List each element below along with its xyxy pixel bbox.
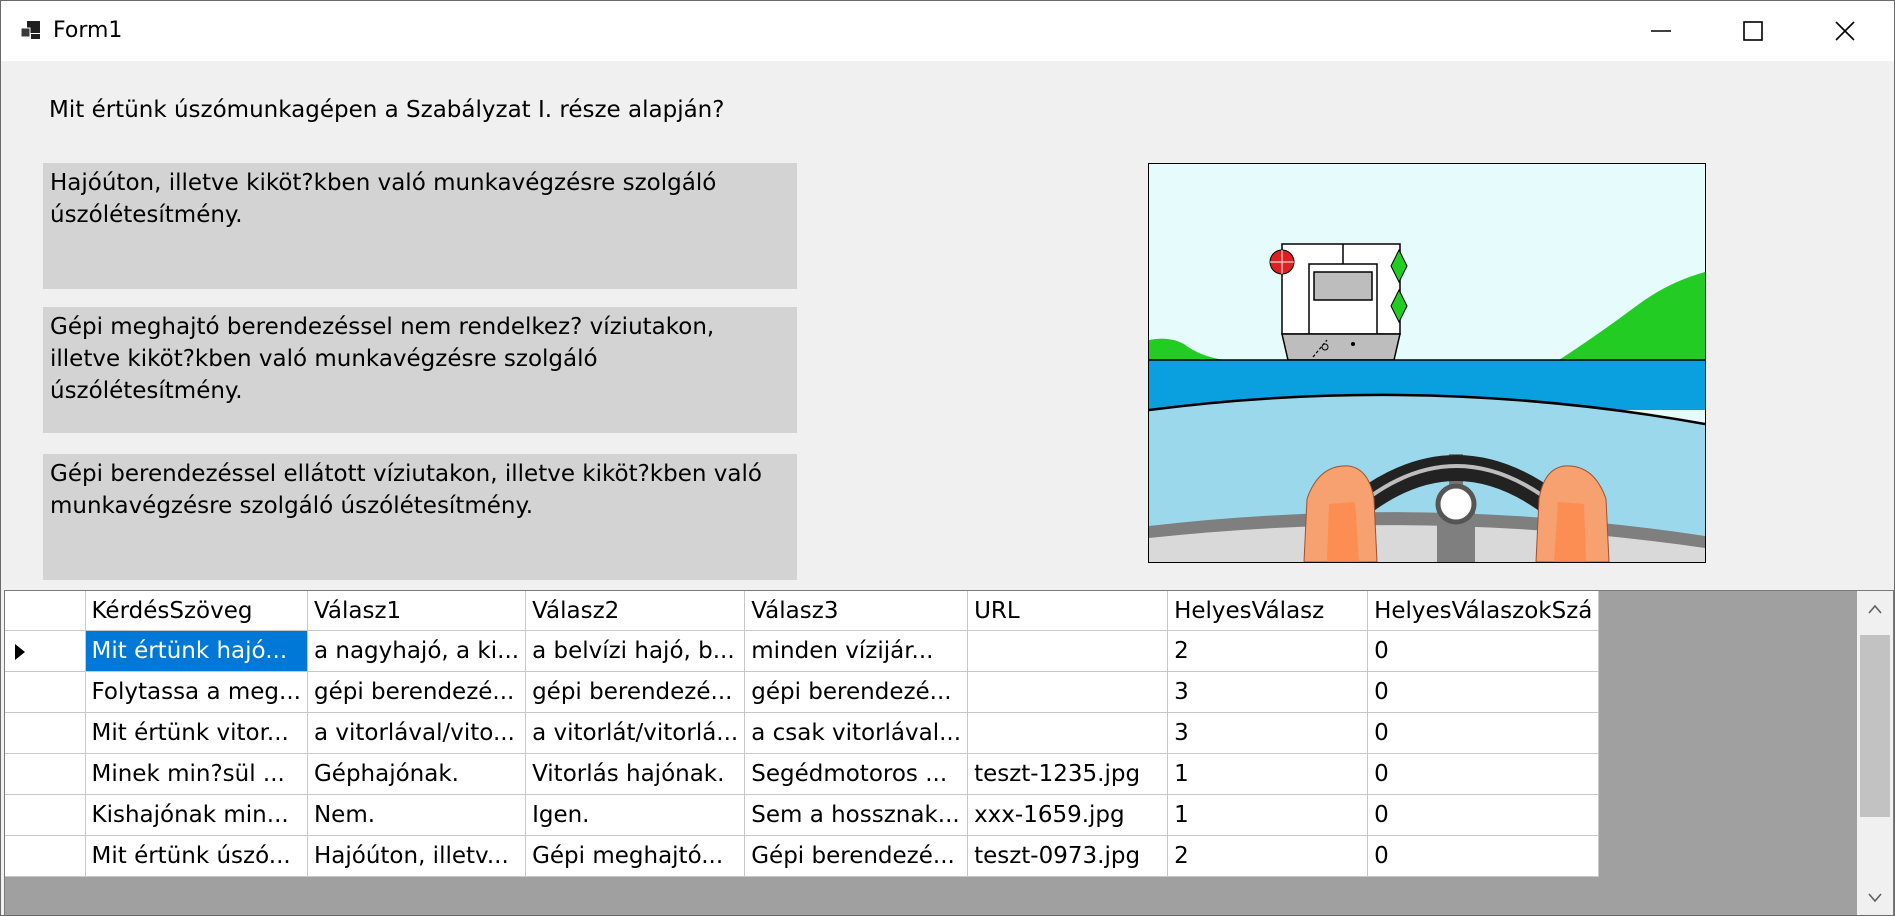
maximize-button[interactable] <box>1707 1 1799 61</box>
row-header[interactable] <box>5 753 86 795</box>
row-header[interactable] <box>5 794 86 836</box>
column-header[interactable]: Válasz1 <box>307 591 527 631</box>
boat-steering-wheel-illustration <box>1149 164 1705 562</box>
grid-cell[interactable]: minden vízijár... <box>744 630 969 672</box>
table-row[interactable]: Mit értünk hajó... a nagyhajó, a ki... a… <box>5 630 1600 672</box>
grid-cell[interactable]: Géphajónak. <box>307 753 527 795</box>
column-header[interactable]: Válasz3 <box>744 591 969 631</box>
grid-cell[interactable]: a nagyhajó, a ki... <box>307 630 527 672</box>
grid-cell[interactable]: Hajóúton, illetv... <box>307 835 527 877</box>
grid-cell[interactable]: a csak vitorlával... <box>744 712 969 754</box>
grid-cell[interactable]: 3 <box>1167 712 1369 754</box>
grid-cell[interactable]: 0 <box>1367 712 1600 754</box>
grid-cell[interactable]: teszt-0973.jpg <box>967 835 1169 877</box>
column-header[interactable]: KérdésSzöveg <box>85 591 308 631</box>
grid-cell[interactable]: a vitorlát/vitorlá... <box>525 712 746 754</box>
minimize-icon <box>1651 30 1671 32</box>
column-header[interactable]: Válasz2 <box>525 591 746 631</box>
grid-cell[interactable]: 1 <box>1167 753 1369 795</box>
grid-cell[interactable]: 2 <box>1167 630 1369 672</box>
grid-cell[interactable]: Mit értünk úszó... <box>85 835 308 877</box>
answer-1-label[interactable]: Hajóúton, illetve kiköt?kben való munkav… <box>43 163 797 289</box>
grid-cell[interactable]: Gépi berendezé... <box>744 835 969 877</box>
grid-cell[interactable]: Nem. <box>307 794 527 836</box>
column-header[interactable]: URL <box>967 591 1169 631</box>
grid-cell[interactable]: 0 <box>1367 671 1600 713</box>
grid-cell[interactable]: 0 <box>1367 630 1600 672</box>
close-icon <box>1835 21 1855 41</box>
maximize-icon <box>1743 21 1763 41</box>
column-header[interactable]: HelyesVálasz <box>1167 591 1369 631</box>
row-arrow-icon <box>15 644 25 660</box>
form-app-icon <box>19 19 43 43</box>
scroll-down-icon <box>1868 893 1882 903</box>
question-picture <box>1148 163 1706 563</box>
column-header[interactable]: HelyesVálaszokSzá <box>1367 591 1600 631</box>
grid-cell[interactable]: Mit értünk hajó... <box>85 630 308 672</box>
grid-cell[interactable]: teszt-1235.jpg <box>967 753 1169 795</box>
grid-cell[interactable]: 1 <box>1167 794 1369 836</box>
grid-cell[interactable]: 0 <box>1367 835 1600 877</box>
grid-cell[interactable]: Segédmotoros ... <box>744 753 969 795</box>
grid-cell[interactable]: Vitorlás hajónak. <box>525 753 746 795</box>
grid-cell[interactable]: Minek min?sül ... <box>85 753 308 795</box>
scroll-up-icon <box>1868 604 1882 614</box>
form1-window: Form1 Mit értünk úszómunkagépen a Szabál… <box>0 0 1895 916</box>
grid-cell[interactable] <box>967 671 1169 713</box>
row-header-corner[interactable] <box>5 591 86 631</box>
row-header[interactable] <box>5 671 86 713</box>
grid-cell[interactable]: 2 <box>1167 835 1369 877</box>
row-header[interactable] <box>5 630 86 672</box>
grid-vertical-scrollbar[interactable] <box>1857 591 1893 915</box>
grid-cell[interactable]: xxx-1659.jpg <box>967 794 1169 836</box>
grid-cell[interactable] <box>967 712 1169 754</box>
question-label: Mit értünk úszómunkagépen a Szabályzat I… <box>49 97 725 123</box>
table-row[interactable]: Folytassa a meg... gépi berendezé... gép… <box>5 671 1600 713</box>
table-row[interactable]: Minek min?sül ... Géphajónak. Vitorlás h… <box>5 753 1600 795</box>
grid-header-row: KérdésSzöveg Válasz1 Válasz2 Válasz3 URL… <box>5 591 1600 631</box>
grid-cell[interactable]: gépi berendezé... <box>307 671 527 713</box>
row-header[interactable] <box>5 712 86 754</box>
grid-cell[interactable]: Gépi meghajtó... <box>525 835 746 877</box>
table-row[interactable]: Mit értünk úszó... Hajóúton, illetv... G… <box>5 835 1600 877</box>
answer-2-label[interactable]: Gépi meghajtó berendezéssel nem rendelke… <box>43 307 797 433</box>
grid-cell[interactable]: Sem a hossznak... <box>744 794 969 836</box>
table-row[interactable]: Kishajónak min... Nem. Igen. Sem a hossz… <box>5 794 1600 836</box>
grid-cell[interactable]: Igen. <box>525 794 746 836</box>
grid-cell[interactable]: Mit értünk vitor... <box>85 712 308 754</box>
scrollbar-thumb[interactable] <box>1860 635 1890 817</box>
grid-cell[interactable]: Kishajónak min... <box>85 794 308 836</box>
grid-cell[interactable]: a vitorlával/vito... <box>307 712 527 754</box>
scroll-up-button[interactable] <box>1857 591 1893 627</box>
grid-cell[interactable]: 3 <box>1167 671 1369 713</box>
grid-cell[interactable]: gépi berendezé... <box>744 671 969 713</box>
grid-cell[interactable]: gépi berendezé... <box>525 671 746 713</box>
close-button[interactable] <box>1799 1 1891 61</box>
grid-cell[interactable] <box>967 630 1169 672</box>
grid-cell[interactable]: 0 <box>1367 794 1600 836</box>
grid-cell[interactable]: a belvízi hajó, b... <box>525 630 746 672</box>
window-title: Form1 <box>53 18 123 43</box>
minimize-button[interactable] <box>1615 1 1707 61</box>
grid-cell[interactable]: Folytassa a meg... <box>85 671 308 713</box>
table-row[interactable]: Mit értünk vitor... a vitorlával/vito...… <box>5 712 1600 754</box>
scroll-down-button[interactable] <box>1857 880 1893 915</box>
row-header[interactable] <box>5 835 86 877</box>
answer-3-label[interactable]: Gépi berendezéssel ellátott víziutakon, … <box>43 454 797 580</box>
question-data-grid[interactable]: KérdésSzöveg Válasz1 Válasz2 Válasz3 URL… <box>4 590 1894 915</box>
title-bar[interactable]: Form1 <box>1 1 1894 61</box>
grid-cell[interactable]: 0 <box>1367 753 1600 795</box>
